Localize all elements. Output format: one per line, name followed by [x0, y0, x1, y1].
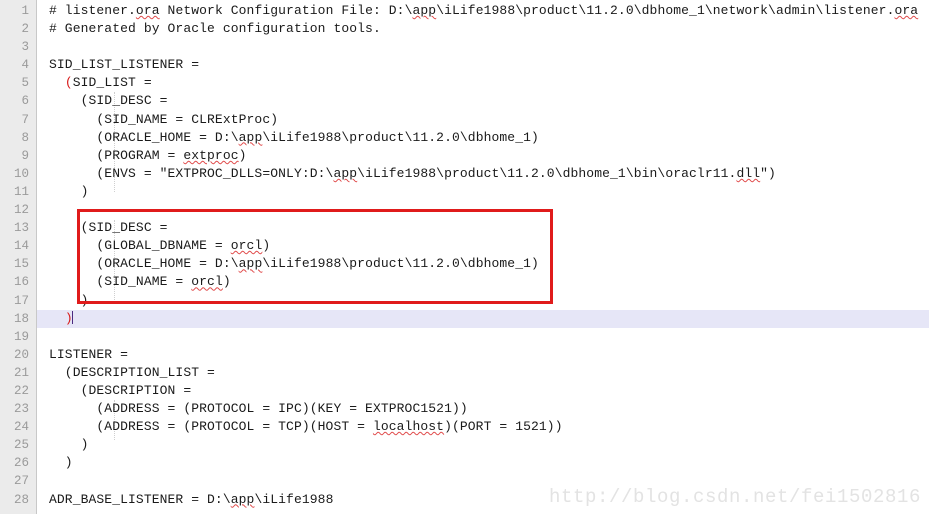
code-line[interactable]: (SID_NAME = orcl)	[37, 273, 929, 291]
code-line[interactable]: LISTENER =	[37, 346, 929, 364]
code-line[interactable]: (SID_LIST =	[37, 74, 929, 92]
line-number: 1	[21, 4, 29, 18]
code-line[interactable]: (SID_DESC =	[37, 219, 929, 237]
code-line[interactable]: # Generated by Oracle configuration tool…	[37, 20, 929, 38]
spellcheck-word: orcl	[230, 238, 263, 254]
line-number: 15	[13, 257, 29, 272]
text-cursor	[71, 310, 73, 324]
code-line[interactable]: (ADDRESS = (PROTOCOL = IPC)(KEY = EXTPRO…	[37, 400, 929, 418]
spellcheck-word: localhost	[372, 419, 445, 435]
line-number: 18	[13, 311, 29, 326]
code-line[interactable]: (DESCRIPTION_LIST =	[37, 364, 929, 382]
line-number: 25	[13, 438, 29, 453]
code-line[interactable]	[37, 328, 929, 346]
line-number: 3	[21, 40, 29, 55]
line-number: 28	[13, 492, 29, 507]
watermark-text: http://blog.csdn.net/fei1502816	[548, 486, 921, 508]
code-line[interactable]: )	[37, 454, 929, 472]
line-number: 19	[13, 329, 29, 344]
line-number: 16	[13, 275, 29, 290]
line-number: 11	[13, 184, 29, 199]
spellcheck-word: app	[412, 3, 437, 18]
spellcheck-word: app	[238, 256, 263, 272]
line-number: 12	[13, 203, 29, 218]
line-number: 22	[13, 383, 29, 398]
line-number: 14	[13, 239, 29, 254]
line-number: 4	[21, 58, 29, 73]
code-line[interactable]	[37, 201, 929, 219]
line-number: 6	[21, 94, 29, 109]
code-line[interactable]: (ADDRESS = (PROTOCOL = TCP)(HOST = local…	[37, 418, 929, 436]
code-line[interactable]: )	[37, 309, 929, 328]
spellcheck-word: app	[238, 129, 263, 145]
code-line[interactable]: # listener.ora Network Configuration Fil…	[37, 2, 929, 20]
line-number: 23	[13, 402, 29, 417]
line-number: 8	[21, 130, 29, 145]
spellcheck-word: app	[230, 491, 255, 507]
spellcheck-word: extproc	[183, 147, 239, 163]
code-line[interactable]: (SID_DESC =	[37, 92, 929, 110]
code-line[interactable]: (ORACLE_HOME = D:\app\iLife1988\product\…	[37, 129, 929, 147]
line-number: 21	[13, 365, 29, 380]
code-line[interactable]: (ORACLE_HOME = D:\app\iLife1988\product\…	[37, 255, 929, 273]
code-line[interactable]: (ENVS = "EXTPROC_DLLS=ONLY:D:\app\iLife1…	[37, 165, 929, 183]
spellcheck-word: dll	[736, 165, 761, 181]
code-line[interactable]: SID_LIST_LISTENER =	[37, 56, 929, 74]
code-line[interactable]: (PROGRAM = extproc)	[37, 147, 929, 165]
code-line[interactable]: )	[37, 292, 929, 310]
line-number: 10	[13, 166, 29, 181]
code-line[interactable]: )	[37, 183, 929, 201]
matched-bracket: (	[64, 75, 73, 91]
line-number: 20	[13, 347, 29, 362]
line-number: 24	[13, 420, 29, 435]
code-line[interactable]: (DESCRIPTION =	[37, 382, 929, 400]
line-number: 5	[21, 76, 29, 91]
spellcheck-word: ora	[135, 3, 160, 18]
line-number: 13	[13, 221, 29, 236]
spellcheck-word: ora	[894, 3, 919, 18]
code-line[interactable]: (SID_NAME = CLRExtProc)	[37, 111, 929, 129]
line-number-gutter: 1 2 3 4 5 6 7 8 9 10 11 12 13 14 15 16 17 18 19 20 21 22 23 24 2…	[0, 0, 37, 514]
line-number: 26	[13, 456, 29, 471]
line-number: 7	[21, 112, 29, 127]
line-number: 27	[13, 474, 29, 489]
code-editor[interactable]: 1 2 3 4 5 6 7 8 9 10 11 12 13 14 15 16 17 18 19 20 21 22 23 24 2…	[0, 0, 929, 514]
code-line[interactable]: (GLOBAL_DBNAME = orcl)	[37, 237, 929, 255]
code-line[interactable]	[37, 38, 929, 56]
line-number: 2	[21, 22, 29, 37]
line-number: 17	[13, 293, 29, 308]
line-number: 9	[21, 148, 29, 163]
spellcheck-word: app	[333, 165, 358, 181]
spellcheck-word: orcl	[191, 274, 223, 290]
code-content-area[interactable]: # listener.ora Network Configuration Fil…	[37, 0, 929, 514]
code-line[interactable]: )	[37, 436, 929, 454]
